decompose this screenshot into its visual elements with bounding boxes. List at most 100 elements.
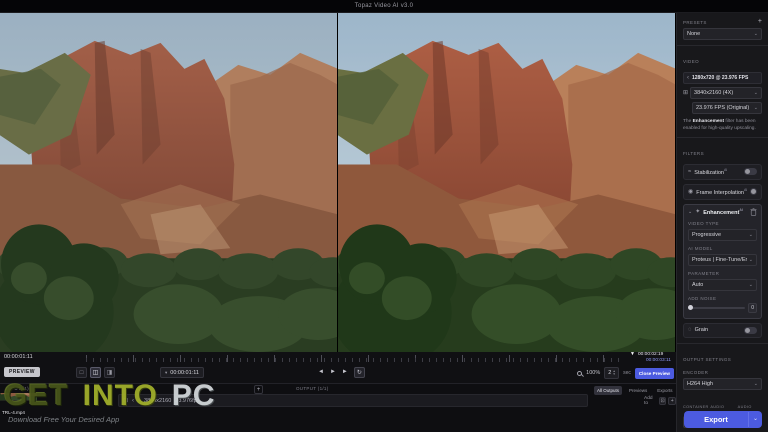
add-to-queue-icon[interactable]: ⊡ — [658, 397, 667, 405]
step-forward-button[interactable]: ► — [342, 367, 348, 378]
resolution-value: 3840x2160 (4X) — [694, 90, 734, 96]
stepper-value: 2 — [608, 370, 612, 376]
chevron-down-icon: ⌄ — [748, 231, 753, 238]
filter-enhancement-card: ⌄ ✦ EnhancementAI VIDEO TYPE Progressive… — [683, 203, 762, 319]
playback-controls-bar: PREVIEW □ ◫ ◨ ▾ 00:00:01:11 ◄ ► ► ↻ 100%… — [0, 365, 676, 382]
ai-tag: AI — [743, 187, 748, 192]
add-noise-slider[interactable] — [688, 304, 746, 310]
view-single-button[interactable]: □ — [76, 367, 87, 378]
grain-icon: ◌ — [688, 327, 692, 334]
tab-all-outputs[interactable]: All Outputs — [594, 385, 623, 395]
view-split-button[interactable]: ◨ — [104, 367, 115, 378]
filter-stabilization[interactable]: ≈ StabilizationAI — [683, 164, 762, 180]
preset-value: None — [687, 31, 701, 37]
play-button[interactable]: ► — [330, 367, 336, 378]
current-timecode: 00:00:01:11 — [4, 354, 33, 360]
add-to-plus-button[interactable]: + — [668, 397, 676, 405]
filter-frame-interpolation[interactable]: ◉ Frame InterpolationAI — [683, 183, 762, 200]
grain-label: Grain — [694, 327, 709, 334]
add-input-button[interactable]: + — [254, 385, 263, 394]
video-pane-original[interactable] — [0, 13, 337, 352]
preview-duration-stepper[interactable]: 2 ▴ ▾ — [604, 367, 620, 379]
preset-select[interactable]: None ⌄ — [683, 28, 762, 40]
input-filename: TRL-4.mp4 — [2, 410, 25, 415]
chevron-down-icon: ⌄ — [753, 31, 758, 37]
chevron-left-icon[interactable]: ‹ — [132, 398, 134, 404]
chevron-down-icon: ⌄ — [753, 380, 758, 387]
loop-button[interactable]: ↻ — [353, 367, 365, 378]
video-pane-preview[interactable] — [338, 13, 675, 352]
parameter-select[interactable]: Auto ⌄ — [688, 278, 757, 291]
add-preset-button[interactable]: + — [758, 18, 762, 25]
encoder-value: H264 High — [687, 380, 713, 387]
video-type-label: VIDEO TYPE — [688, 220, 719, 226]
settings-sidebar: PRESETS + None ⌄ VIDEO ‹ 1280x720 @ 23.9… — [676, 13, 768, 432]
chevron-right-icon[interactable]: › — [138, 398, 140, 404]
frame-interpolation-label: Frame Interpolation — [696, 189, 744, 196]
ai-model-label: AI MODEL — [688, 245, 713, 251]
output-header: OUTPUT (1/1) — [296, 386, 329, 391]
view-side-by-side-button[interactable]: ◫ — [90, 367, 101, 378]
resolution-select[interactable]: 3840x2160 (4X) ⌄ — [690, 87, 762, 99]
duration-timecode: 00:00:03:11 — [646, 358, 671, 363]
framerate-select[interactable]: 23.976 FPS (Original) ⌄ — [692, 102, 762, 114]
input-header: INPUT (1) — [6, 386, 29, 391]
export-options-chevron-icon[interactable]: ⌄ — [747, 412, 762, 427]
stepper-down-icon: ▾ — [613, 372, 616, 376]
encoder-select[interactable]: H264 High ⌄ — [683, 377, 762, 390]
tab-exports[interactable]: Exports — [654, 386, 675, 395]
framerate-value: 23.976 FPS (Original) — [696, 105, 750, 111]
filters-header: FILTERS — [683, 151, 704, 156]
tab-previews[interactable]: Previews — [626, 386, 650, 395]
collapse-icon[interactable]: ⌄ — [688, 209, 692, 215]
grain-toggle[interactable] — [744, 326, 757, 334]
stabilization-toggle[interactable] — [744, 168, 757, 176]
marker-timecode: 00:00:02:19 — [638, 352, 664, 357]
timeline-ticks[interactable] — [86, 358, 622, 362]
enhancement-note: The Enhancement filter has been enabled … — [683, 119, 756, 131]
resolution-icon: ⊞ — [683, 90, 689, 96]
output-resolution: 3840x2160 — [144, 397, 172, 404]
chevron-down-icon: ⌄ — [748, 281, 753, 288]
zoom-level[interactable]: 100% — [586, 370, 600, 376]
stabilization-icon: ≈ — [688, 168, 692, 175]
media-panel: INPUT (1) + OUTPUT (1/1) TRL-4.mp4 ⊡ ‹ ›… — [0, 383, 687, 432]
filter-grain[interactable]: ◌ Grain — [683, 322, 762, 338]
preview-mode-button[interactable]: PREVIEW — [4, 367, 40, 377]
divider — [677, 137, 768, 138]
enhancement-label: Enhancement — [703, 209, 740, 216]
add-noise-value: 0 — [748, 302, 757, 313]
stabilization-label: Stabilization — [694, 169, 724, 176]
divider — [677, 45, 768, 46]
close-preview-button[interactable]: Close Preview — [634, 367, 674, 379]
ai-tag: AI — [723, 168, 728, 172]
frame-icon: ⊡ — [123, 398, 129, 404]
ai-model-select[interactable]: Proteus | Fine-Tune/Enhance ⌄ — [688, 253, 757, 266]
export-label: Export — [704, 415, 728, 424]
frame-interpolation-toggle[interactable] — [750, 188, 757, 196]
comparison-viewport — [0, 13, 676, 352]
enhancement-icon: ✦ — [695, 208, 701, 215]
chevron-down-icon: ⌄ — [748, 256, 753, 263]
video-type-select[interactable]: Progressive ⌄ — [688, 228, 757, 241]
ai-tag: AI — [739, 207, 743, 212]
chevron-down-icon: ⌄ — [753, 90, 758, 96]
presets-header: PRESETS — [683, 19, 707, 25]
playhead-marker-icon[interactable]: ▼ — [630, 352, 635, 357]
add-to-label: Add to — [644, 396, 653, 406]
parameter-value: Auto — [692, 281, 704, 288]
export-button[interactable]: Export ⌄ — [684, 411, 762, 428]
step-back-button[interactable]: ◄ — [318, 367, 324, 378]
stepper-unit: sec — [623, 370, 631, 376]
output-item-row[interactable]: ⊡ ‹ › 3840x2160 23.976fps — [118, 394, 588, 407]
frame-interpolation-icon: ◉ — [688, 188, 694, 195]
trash-icon[interactable] — [750, 207, 757, 216]
title-bar: Topaz Video AI v3.0 — [0, 0, 768, 13]
magnifier-icon — [577, 370, 583, 376]
divider — [677, 342, 768, 344]
playhead-time-selector[interactable]: ▾ 00:00:01:11 — [160, 367, 204, 378]
playhead-time: 00:00:01:11 — [170, 369, 199, 376]
encoder-label: ENCODER — [683, 369, 709, 375]
source-info-row[interactable]: ‹ 1280x720 @ 23.976 FPS — [683, 72, 762, 84]
add-noise-label: ADD NOISE — [688, 295, 717, 301]
